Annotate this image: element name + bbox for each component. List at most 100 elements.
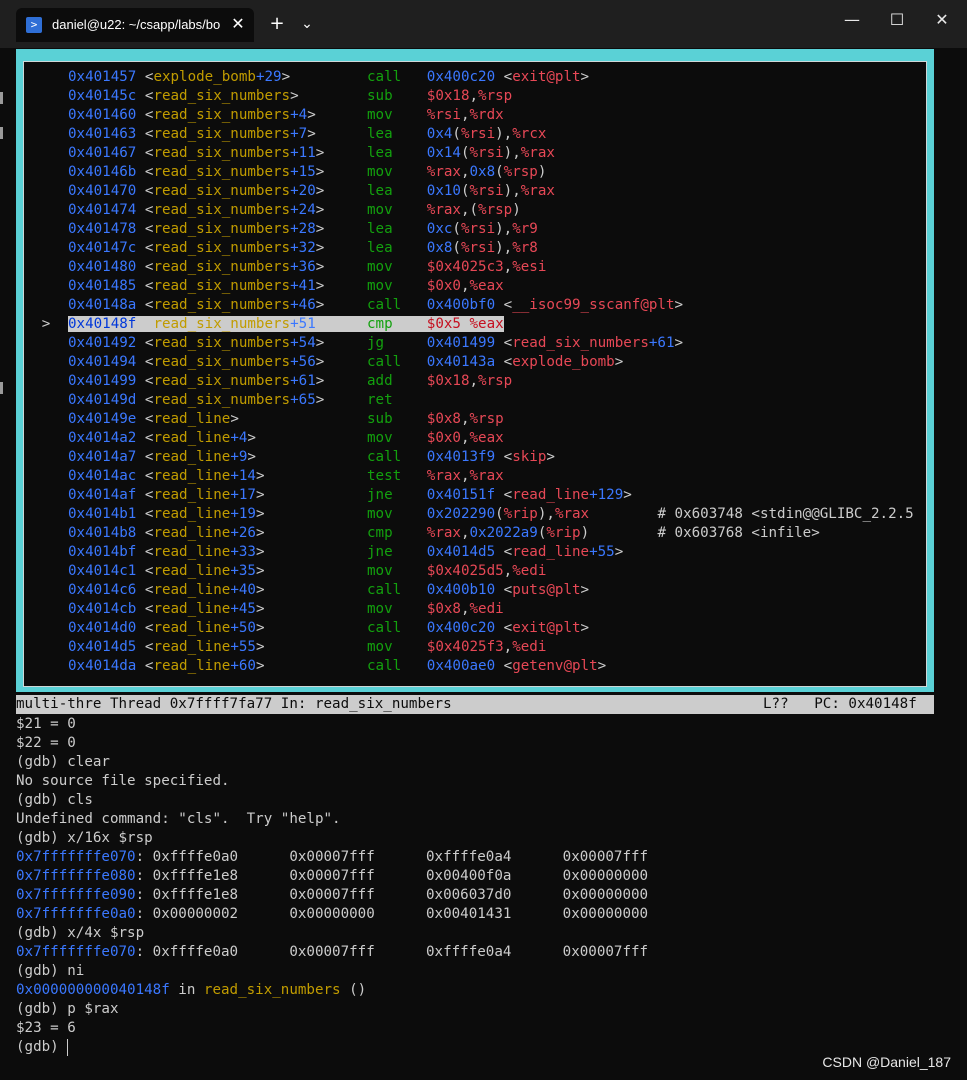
asm-mnemonic: mov <box>366 639 427 655</box>
asm-bracket: < <box>136 240 154 256</box>
asm-line[interactable]: 0x401460 <read_six_numbers+4> mov %rsi,%… <box>24 106 914 125</box>
asm-mnemonic: jne <box>366 487 427 503</box>
asm-operand: explode_bomb <box>512 354 615 370</box>
asm-bracket: > <box>315 221 367 237</box>
asm-line-content: 0x401470 <read_six_numbers+20> lea 0x10(… <box>68 183 555 199</box>
asm-mnemonic: ret <box>366 392 427 408</box>
asm-line[interactable]: 0x4014d0 <read_line+50> call 0x400c20 <e… <box>24 619 914 638</box>
gdb-line: (gdb) clear <box>16 753 946 772</box>
asm-operand: %r8 <box>512 240 538 256</box>
asm-offset: +26 <box>230 525 256 541</box>
asm-line[interactable]: 0x4014b8 <read_line+26> cmp %rax,0x2022a… <box>24 524 914 543</box>
asm-function: read_six_numbers <box>153 259 291 275</box>
gdb-console[interactable]: $21 = 0 $22 = 0 (gdb) clear No source file … <box>16 715 946 1057</box>
asm-line[interactable]: 0x4014bf <read_line+33> jne 0x4014d5 <re… <box>24 543 914 562</box>
gdb-address: 0x7fffffffe070 <box>16 944 136 960</box>
asm-offset: +4 <box>290 107 308 123</box>
asm-bracket: < <box>136 145 154 161</box>
asm-line[interactable]: 0x4014a2 <read_line+4> mov $0x0,%eax <box>24 429 914 448</box>
asm-operand: $0x18 <box>426 88 470 104</box>
asm-function: read_line <box>153 468 231 484</box>
asm-line[interactable]: 0x401494 <read_six_numbers+56> call 0x40… <box>24 353 914 372</box>
asm-operand: read_line <box>512 544 590 560</box>
asm-operand: $0x0 <box>426 430 461 446</box>
asm-line[interactable]: 0x401478 <read_six_numbers+28> lea 0xc(%… <box>24 220 914 239</box>
asm-line[interactable]: 0x4014b1 <read_line+19> mov 0x202290(%ri… <box>24 505 914 524</box>
powershell-icon: > <box>26 17 42 33</box>
asm-line[interactable]: 0x40148a <read_six_numbers+46> call 0x40… <box>24 296 914 315</box>
asm-line[interactable]: 0x40149e <read_line> sub $0x8,%rsp <box>24 410 914 429</box>
asm-line[interactable]: 0x401474 <read_six_numbers+24> mov %rax,… <box>24 201 914 220</box>
asm-operand: ) <box>512 202 521 218</box>
asm-line[interactable]: 0x40149d <read_six_numbers+65> ret <box>24 391 914 410</box>
asm-line[interactable]: 0x4014c1 <read_line+35> mov $0x4025d5,%e… <box>24 562 914 581</box>
asm-operand: 0x8 <box>426 240 453 256</box>
tab-dropdown-icon[interactable]: ⌄ <box>296 10 318 38</box>
asm-window[interactable]: 0x401457 <explode_bomb+29> call 0x400c20… <box>23 61 927 687</box>
asm-line[interactable]: 0x4014da <read_line+60> call 0x400ae0 <g… <box>24 657 914 676</box>
asm-mnemonic: mov <box>366 563 427 579</box>
asm-bracket: > <box>315 259 367 275</box>
asm-line[interactable]: 0x401470 <read_six_numbers+20> lea 0x10(… <box>24 182 914 201</box>
asm-operand: ( <box>452 126 461 142</box>
asm-operand: ) <box>537 164 547 180</box>
asm-line[interactable]: 0x401463 <read_six_numbers+7> lea 0x4(%r… <box>24 125 914 144</box>
asm-line[interactable]: 0x401467 <read_six_numbers+11> lea 0x14(… <box>24 144 914 163</box>
asm-bracket: < <box>136 126 154 142</box>
asm-operand: %edi <box>469 601 504 617</box>
asm-operand: > <box>580 620 590 636</box>
close-window-button[interactable]: ✕ <box>919 0 965 40</box>
status-pc: L?? PC: 0x40148f <box>763 696 917 712</box>
asm-bracket: < <box>136 544 154 560</box>
asm-bracket: < <box>136 183 154 199</box>
asm-line[interactable]: 0x4014c6 <read_line+40> call 0x400b10 <p… <box>24 581 914 600</box>
asm-line[interactable]: 0x40146b <read_six_numbers+15> mov %rax,… <box>24 163 914 182</box>
asm-line-current[interactable]: >0x40148f <read_six_numbers+51> cmp $0x5… <box>24 315 914 334</box>
asm-operand: < <box>503 544 513 560</box>
minimize-button[interactable]: — <box>829 0 875 40</box>
asm-line[interactable]: 0x4014d5 <read_line+55> mov $0x4025f3,%e… <box>24 638 914 657</box>
asm-line[interactable]: 0x401457 <explode_bomb+29> call 0x400c20… <box>24 68 914 87</box>
asm-line[interactable]: 0x40145c <read_six_numbers> sub $0x18,%r… <box>24 87 914 106</box>
asm-operand: %eax <box>469 430 504 446</box>
asm-operand: < <box>503 335 513 351</box>
close-tab-icon[interactable]: ✕ <box>228 14 248 34</box>
asm-operand: 0x401499 <box>426 335 504 351</box>
asm-line[interactable]: 0x4014af <read_line+17> jne 0x40151f <re… <box>24 486 914 505</box>
asm-line[interactable]: 0x401492 <read_six_numbers+54> jg 0x4014… <box>24 334 914 353</box>
asm-function: read_line <box>153 430 231 446</box>
terminal-tab[interactable]: > daniel@u22: ~/csapp/labs/bo ✕ <box>16 8 254 42</box>
asm-line[interactable]: 0x4014a7 <read_line+9> call 0x4013f9 <sk… <box>24 448 914 467</box>
asm-line[interactable]: 0x401480 <read_six_numbers+36> mov $0x40… <box>24 258 914 277</box>
asm-offset: +7 <box>290 126 308 142</box>
new-tab-button[interactable]: + <box>266 10 288 38</box>
gdb-line: (gdb) cls <box>16 791 946 810</box>
asm-line[interactable]: 0x401485 <read_six_numbers+41> mov $0x0,… <box>24 277 914 296</box>
asm-line-content: 0x4014b1 <read_line+19> mov 0x202290(%ri… <box>68 506 914 522</box>
gdb-line: (gdb) ni <box>16 962 946 981</box>
asm-operand: exit@plt <box>512 620 581 636</box>
asm-bracket: > <box>255 601 367 617</box>
asm-operand: %rsp <box>478 88 513 104</box>
asm-line[interactable]: 0x40147c <read_six_numbers+32> lea 0x8(%… <box>24 239 914 258</box>
asm-address: 0x40148f <box>68 316 137 332</box>
asm-line[interactable]: 0x4014cb <read_line+45> mov $0x8,%edi <box>24 600 914 619</box>
gdb-text: : 0xffffe0a0 0x00007fff 0xffffe0a4 0x000… <box>135 944 649 960</box>
scroll-mark <box>0 382 3 394</box>
maximize-button[interactable]: ☐ <box>874 0 920 40</box>
asm-mnemonic: mov <box>366 164 427 180</box>
asm-bracket: < <box>136 620 154 636</box>
asm-bracket: < <box>136 259 154 275</box>
asm-operand: getenv@plt <box>512 658 598 674</box>
asm-address: 0x4014c6 <box>68 582 137 598</box>
asm-operand: ( <box>460 183 470 199</box>
asm-line[interactable]: 0x4014ac <read_line+14> test %rax,%rax <box>24 467 914 486</box>
asm-operand: > <box>674 297 684 313</box>
asm-offset: +4 <box>230 430 248 446</box>
asm-mnemonic: mov <box>366 601 427 617</box>
asm-bracket: < <box>136 563 154 579</box>
asm-offset: +14 <box>230 468 256 484</box>
asm-operand: %rip <box>546 525 581 541</box>
asm-line[interactable]: 0x401499 <read_six_numbers+61> add $0x18… <box>24 372 914 391</box>
asm-line-content: 0x401467 <read_six_numbers+11> lea 0x14(… <box>68 145 555 161</box>
